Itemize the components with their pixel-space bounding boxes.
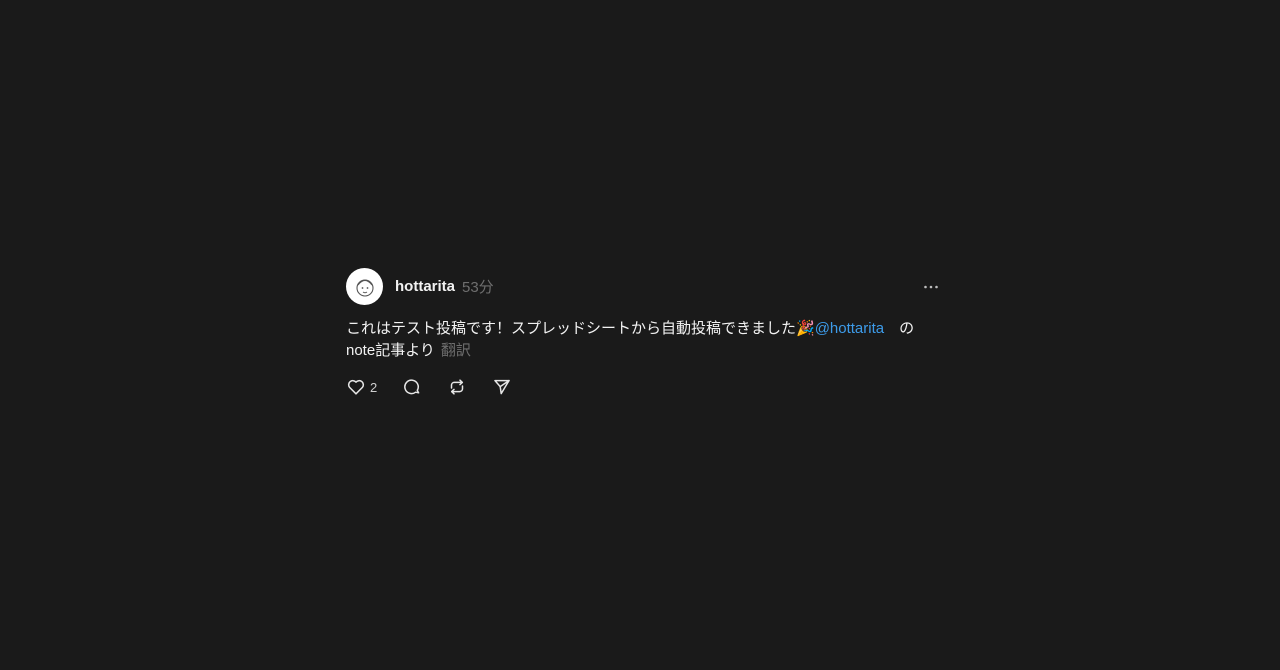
post-header: hottarita 53分 [346,268,946,305]
repost-icon [450,379,464,395]
post-timestamp[interactable]: 53分 [462,276,494,297]
reply-button[interactable] [402,376,422,398]
post-body: これはテスト投稿です！スプレッドシートから自動投稿できました🎉@hottarit… [346,318,936,362]
send-icon [494,379,510,395]
thread-post: hottarita 53分 これはテスト投稿です！スプレッドシートから自動投稿で… [346,268,946,398]
mention-link[interactable]: @hottarita [815,320,884,337]
avatar-illustration-icon [355,278,374,297]
repost-button[interactable] [447,376,467,398]
translate-link[interactable]: 翻訳 [441,342,471,359]
avatar[interactable] [346,268,383,305]
post-username[interactable]: hottarita [395,278,455,295]
comment-bubble-icon [404,379,420,395]
more-horizontal-icon [924,285,938,288]
post-text-before: これはテスト投稿です！スプレッドシートから自動投稿できました🎉 [346,320,815,337]
like-button[interactable]: 2 [346,376,377,398]
post-actions: 2 [346,376,946,398]
like-count: 2 [370,379,378,395]
share-button[interactable] [492,376,512,398]
more-options-button[interactable] [919,275,943,299]
heart-icon [347,379,365,395]
